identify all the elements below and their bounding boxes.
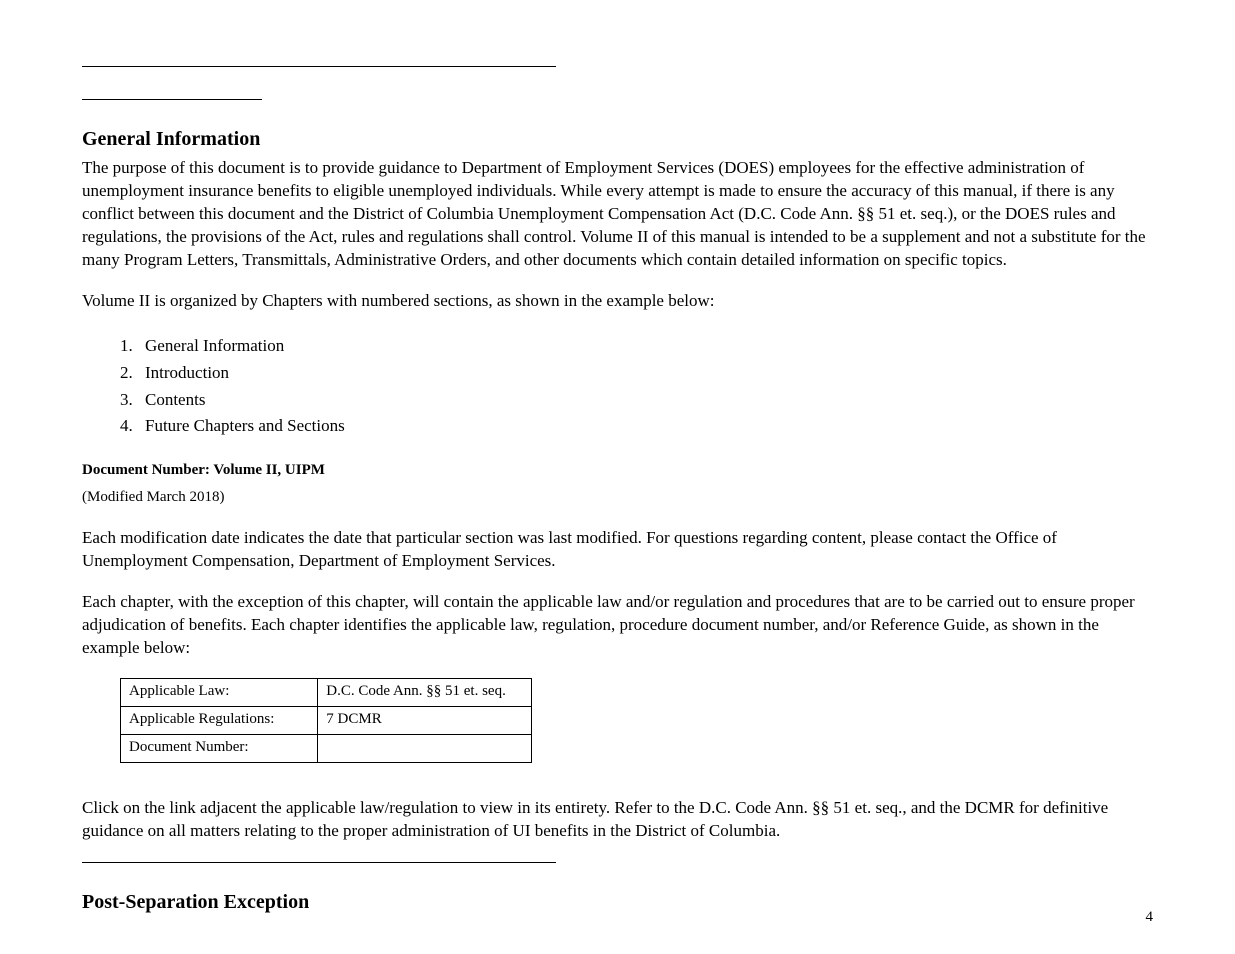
intro-paragraph: The purpose of this document is to provi… — [82, 157, 1153, 272]
post-separation-heading: Post-Separation Exception — [82, 891, 1153, 914]
table-cell-label: Applicable Regulations: — [121, 706, 318, 734]
vol2-intro: Volume II is organized by Chapters with … — [82, 290, 1153, 313]
table-row: Document Number: — [121, 734, 532, 762]
chapter-contents-paragraph: Each chapter, with the exception of this… — [82, 591, 1153, 660]
table-cell-label: Document Number: — [121, 734, 318, 762]
list-item: Future Chapters and Sections — [137, 415, 1153, 438]
table-cell-label: Applicable Law: — [121, 678, 318, 706]
link-guidance-paragraph: Click on the link adjacent the applicabl… — [82, 797, 1153, 843]
table-cell-value: 7 DCMR — [318, 706, 532, 734]
modification-paragraph: Each modification date indicates the dat… — [82, 527, 1153, 573]
table-row: Applicable Law: D.C. Code Ann. §§ 51 et.… — [121, 678, 532, 706]
divider-top-1 — [82, 66, 556, 67]
list-item: Introduction — [137, 362, 1153, 385]
doc-number-heading: Document Number: Volume II, UIPM — [82, 460, 1153, 480]
modified-date: (Modified March 2018) — [82, 487, 1153, 507]
list-item: Contents — [137, 389, 1153, 412]
page-number: 4 — [1146, 909, 1154, 926]
divider-bottom — [82, 862, 556, 863]
table-cell-value: D.C. Code Ann. §§ 51 et. seq. — [318, 678, 532, 706]
list-item: General Information — [137, 335, 1153, 358]
table-row: Applicable Regulations: 7 DCMR — [121, 706, 532, 734]
chapter-list: General Information Introduction Content… — [82, 335, 1153, 439]
section-title: General Information — [82, 128, 1153, 151]
divider-top-2 — [82, 99, 262, 100]
reference-table: Applicable Law: D.C. Code Ann. §§ 51 et.… — [120, 678, 532, 763]
table-cell-value — [318, 734, 532, 762]
